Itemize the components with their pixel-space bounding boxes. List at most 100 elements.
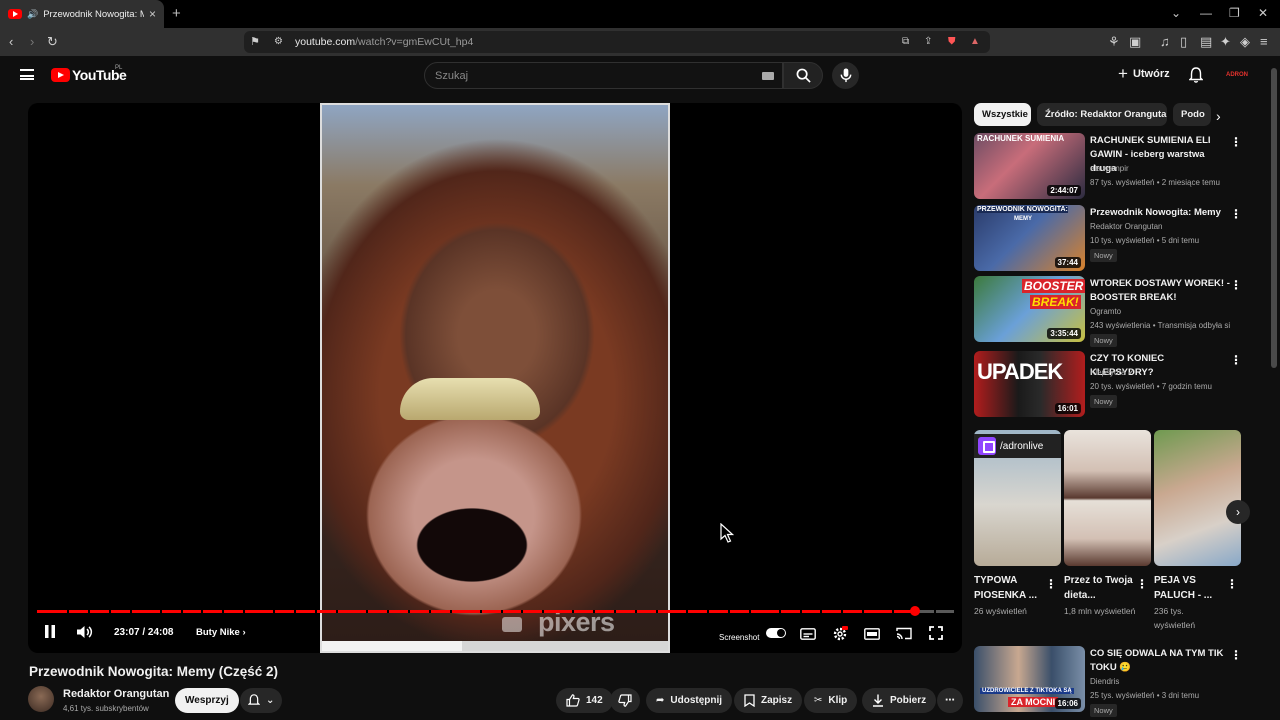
dislike-button[interactable] xyxy=(610,688,640,713)
sidebar-icon[interactable]: ▯ xyxy=(1180,34,1187,50)
site-info-icon[interactable]: ⚙ xyxy=(274,34,283,50)
chapter-button[interactable]: Buty Nike › xyxy=(196,627,246,638)
rewards-icon[interactable]: ▲ xyxy=(970,34,980,50)
thumb-text: PRZEWODNIK NOWOGITA: xyxy=(977,206,1068,213)
autoplay-toggle[interactable] xyxy=(766,628,786,638)
fullscreen-button[interactable] xyxy=(929,626,943,645)
extensions-icon[interactable]: ⚘ xyxy=(1108,34,1120,50)
more-vert-icon[interactable]: ⋮ xyxy=(1230,135,1242,149)
share-button[interactable]: ➦ Udostępnij xyxy=(646,688,733,713)
rec-channel[interactable]: Diendris xyxy=(1090,677,1119,686)
search-button[interactable] xyxy=(783,62,823,89)
close-tab-icon[interactable]: × xyxy=(149,7,156,21)
chapter-gap xyxy=(243,610,246,613)
minimize-icon[interactable]: — xyxy=(1200,6,1212,20)
channel-name[interactable]: Redaktor Orangutan xyxy=(63,688,169,700)
like-button[interactable]: 142 xyxy=(556,688,613,713)
video-player[interactable]: pixers 23:07 / 24:08 Buty Nike › Screens… xyxy=(28,103,962,653)
chapter-gap xyxy=(108,610,111,613)
more-vert-icon[interactable]: ⋮ xyxy=(1226,577,1238,591)
chip-source[interactable]: Źródło: Redaktor Orangutan xyxy=(1037,103,1167,126)
miniplayer-button[interactable] xyxy=(864,627,880,645)
subtitles-button[interactable] xyxy=(800,627,816,645)
tab-search-icon[interactable]: ⌄ xyxy=(1171,6,1181,20)
duration-badge: 3:35:44 xyxy=(1047,328,1081,339)
short-thumbnail[interactable] xyxy=(1064,430,1151,566)
recommendation-item[interactable]: RACHUNEK SUMIENIA 2:44:07 RACHUNEK SUMIE… xyxy=(974,133,1264,201)
short-title[interactable]: Przez to Twoja dieta... xyxy=(1064,573,1138,603)
shorts-next-button[interactable]: › xyxy=(1226,500,1250,524)
more-vert-icon[interactable]: ⋮ xyxy=(1045,577,1057,591)
time-display: 23:07 / 24:08 xyxy=(114,627,174,638)
open-external-icon[interactable]: ⧉ xyxy=(902,34,909,50)
ai-icon[interactable]: ✦ xyxy=(1220,34,1231,50)
new-tab-icon[interactable]: + xyxy=(172,5,181,22)
reload-icon[interactable]: ↻ xyxy=(47,34,58,50)
youtube-favicon-icon xyxy=(8,9,22,19)
voice-search-button[interactable] xyxy=(832,62,859,89)
scrollbar-thumb[interactable] xyxy=(1271,68,1277,368)
window-close-icon[interactable]: ✕ xyxy=(1258,6,1268,20)
notifications-button[interactable] xyxy=(1188,67,1204,88)
chip-similar[interactable]: Podo xyxy=(1173,103,1211,126)
short-title[interactable]: TYPOWA PIOSENKA ... xyxy=(974,573,1048,603)
short-title[interactable]: PEJA VS PALUCH - ... xyxy=(1154,573,1228,603)
youtube-logo-icon[interactable] xyxy=(51,68,70,82)
support-button[interactable]: Wesprzyj xyxy=(175,688,239,713)
chips-next-icon[interactable]: › xyxy=(1216,108,1221,124)
subscription-bell-button[interactable]: ⌄ xyxy=(240,688,283,713)
settings-button[interactable] xyxy=(832,626,848,647)
recommendation-item[interactable]: PRZEWODNIK NOWOGITA: MEMY 37:44 Przewodn… xyxy=(974,205,1264,273)
channel-avatar[interactable] xyxy=(28,686,54,712)
bookmark-icon[interactable]: ⚑ xyxy=(250,34,260,50)
account-avatar[interactable]: ADRON xyxy=(1224,64,1250,86)
volume-button[interactable] xyxy=(77,625,93,644)
recommendation-item[interactable]: BOOSTER BREAK! 3:35:44 WTOREK DOSTAWY WO… xyxy=(974,276,1264,347)
short-thumbnail[interactable] xyxy=(1154,430,1241,566)
restore-icon[interactable]: ❐ xyxy=(1229,6,1240,20)
browser-tab[interactable]: 🔊 Przewodnik Nowogita: Memy × xyxy=(0,0,164,28)
share-icon[interactable]: ⇪ xyxy=(924,34,932,50)
chip-all[interactable]: Wszystkie xyxy=(974,103,1031,126)
more-vert-icon[interactable]: ⋮ xyxy=(1230,648,1242,662)
recommendation-item[interactable]: UPADEK 16:01 CZY TO KONIEC KLEPSYDRY? Kl… xyxy=(974,351,1264,419)
page-scrollbar[interactable] xyxy=(1268,56,1280,720)
clip-button[interactable]: ✂ Klip xyxy=(804,688,858,713)
chapter-gap xyxy=(428,610,431,613)
rec-channel[interactable]: Ogramto xyxy=(1090,307,1121,316)
more-vert-icon[interactable]: ⋮ xyxy=(1230,207,1242,221)
forward-icon[interactable]: › xyxy=(30,34,34,50)
back-icon[interactable]: ‹ xyxy=(9,34,13,50)
more-vert-icon[interactable]: ⋮ xyxy=(1136,577,1148,591)
scrubber-handle[interactable] xyxy=(910,606,921,616)
wallet-icon[interactable]: ▣ xyxy=(1129,34,1141,50)
pause-button[interactable] xyxy=(44,625,56,643)
guide-menu-icon[interactable] xyxy=(20,69,34,80)
search-input[interactable]: Szukaj xyxy=(424,62,783,89)
recommendation-item[interactable]: UZDROWICIELE Z TIKTOKA SĄ ZA MOCNI 16:06… xyxy=(974,646,1264,717)
address-bar[interactable]: ⚑ ⚙ youtube.com/watch?v=gmEwCUt_hp4 ⧉ ⇪ … xyxy=(244,31,990,53)
progress-bar[interactable] xyxy=(37,606,954,616)
plus-icon: + xyxy=(1118,64,1128,83)
clip-label: Klip xyxy=(828,695,848,706)
cast-button[interactable] xyxy=(896,627,912,645)
menu-icon[interactable]: ≡ xyxy=(1260,34,1268,50)
more-actions-button[interactable]: ⋯ xyxy=(937,688,963,713)
create-button[interactable]: + Utwórz xyxy=(1118,64,1170,83)
rec-channel[interactable]: Klepsydra ✔ xyxy=(1090,368,1135,377)
speaker-icon[interactable]: 🔊 xyxy=(27,9,38,20)
download-button[interactable]: Pobierz xyxy=(862,688,937,713)
vpn-icon[interactable]: ◈ xyxy=(1240,34,1250,50)
more-vert-icon[interactable]: ⋮ xyxy=(1230,353,1242,367)
thumbs-up-icon xyxy=(566,694,580,707)
more-vert-icon[interactable]: ⋮ xyxy=(1230,278,1242,292)
chapter-gap xyxy=(841,610,844,613)
save-button[interactable]: Zapisz xyxy=(734,688,803,713)
wallet2-icon[interactable]: ▤ xyxy=(1200,34,1212,50)
music-icon[interactable]: ♫ xyxy=(1160,34,1170,50)
shield-icon[interactable]: ⛊ xyxy=(948,34,956,50)
keyboard-icon[interactable] xyxy=(762,72,774,80)
rec-channel[interactable]: Redaktor Orangutan xyxy=(1090,222,1163,231)
screenshot-label: Screenshot xyxy=(719,633,760,642)
rec-channel[interactable]: ela wampir xyxy=(1090,164,1129,173)
